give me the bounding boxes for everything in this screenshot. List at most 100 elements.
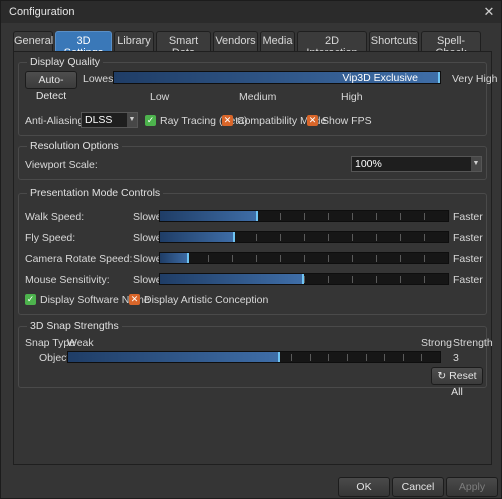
slider-tick (280, 255, 281, 262)
ray-tracing-label: Ray Tracing (Beta) (160, 115, 248, 127)
slider-tick (402, 354, 404, 361)
slider-tick (328, 234, 329, 241)
fly-speed-slider[interactable] (159, 231, 449, 243)
viewport-scale-value: 100% (355, 158, 382, 170)
slider-tick (365, 354, 367, 361)
walk-speed-slider[interactable] (159, 210, 449, 222)
slider-tick (400, 255, 401, 262)
snap-weak-label: Weak (67, 337, 94, 349)
mouse-sensitivity-label: Mouse Sensitivity: (25, 274, 110, 286)
compatibility-mode-checkbox[interactable]: ✕ (222, 115, 233, 126)
display-quality-slider[interactable]: Vip3D Exclusive (113, 71, 441, 84)
show-fps-checkbox[interactable]: ✕ (307, 115, 318, 126)
slider-tick (376, 276, 377, 283)
presentation-title: Presentation Mode Controls (27, 187, 164, 199)
anti-aliasing-label: Anti-Aliasing: (25, 115, 87, 127)
display-quality-bar-text: Vip3D Exclusive (342, 72, 418, 84)
tab-media[interactable]: Media (260, 31, 295, 51)
snap-object-fill (68, 352, 281, 362)
cancel-button[interactable]: Cancel (392, 477, 444, 497)
slider-tick (424, 255, 425, 262)
slider-tick (424, 234, 425, 241)
very-high-label: Very High (452, 73, 498, 85)
slider-tick (328, 255, 329, 262)
slider-tick (400, 276, 401, 283)
snap-strengths-title: 3D Snap Strengths (27, 320, 122, 332)
display-software-name-checkbox[interactable]: ✓ (25, 294, 36, 305)
mouse-sensitivity-slider[interactable] (159, 273, 449, 285)
slider-tick (347, 354, 348, 361)
display-artistic-conception-checkbox[interactable]: ✕ (129, 294, 140, 305)
slider-tick (400, 213, 401, 220)
walk-speed-fill (160, 211, 258, 221)
slider-tick (304, 234, 305, 241)
tab-smart-data[interactable]: Smart Data (156, 31, 211, 59)
presentation-group: Presentation Mode Controls Walk Speed: S… (18, 187, 487, 315)
refresh-icon: ↻ (437, 370, 447, 382)
camera-rotate-speed-label: Camera Rotate Speed: (25, 253, 133, 265)
slider-tick (328, 213, 329, 220)
slider-tick (280, 213, 281, 220)
chevron-down-icon: ▼ (471, 157, 481, 171)
reset-all-label: Reset All (449, 370, 477, 398)
tab-shortcuts[interactable]: Shortcuts (369, 31, 419, 51)
walk-speed-label: Walk Speed: (25, 211, 85, 223)
camera-rotate-speed-slider[interactable] (159, 252, 449, 264)
window-title: Configuration (9, 6, 75, 18)
slider-tick (352, 234, 353, 241)
slider-tick (328, 276, 329, 283)
camera-rotate-speed-faster: Faster (453, 253, 483, 265)
slider-tick (256, 255, 257, 262)
chevron-down-icon: ▼ (127, 113, 137, 127)
tab-library[interactable]: Library (114, 31, 154, 51)
walk-speed-faster: Faster (453, 211, 483, 223)
tab-spell-check[interactable]: Spell-Check (421, 31, 481, 59)
snap-object-label: Object (39, 352, 70, 364)
fly-speed-fill (160, 232, 235, 242)
slider-tick (384, 354, 386, 361)
slider-tick (232, 255, 233, 262)
display-quality-title: Display Quality (27, 56, 104, 68)
slider-tick (376, 213, 377, 220)
snap-object-slider[interactable] (67, 351, 441, 363)
slider-tick (256, 234, 257, 241)
fly-speed-faster: Faster (453, 232, 483, 244)
fly-speed-label: Fly Speed: (25, 232, 76, 244)
slider-tick (376, 234, 377, 241)
apply-button[interactable]: Apply (446, 477, 498, 497)
resolution-group: Resolution Options Viewport Scale: 100% … (18, 140, 487, 180)
slider-tick (352, 255, 353, 262)
viewport-scale-label: Viewport Scale: (25, 159, 98, 171)
display-artistic-conception-label: Display Artistic Conception (144, 294, 269, 306)
mouse-sensitivity-faster: Faster (453, 274, 483, 286)
resolution-title: Resolution Options (27, 140, 122, 152)
ok-button[interactable]: OK (338, 477, 390, 497)
viewport-scale-select[interactable]: 100% ▼ (351, 156, 482, 172)
anti-aliasing-value: DLSS (85, 114, 113, 126)
snap-strength-header: Strength (453, 337, 493, 349)
reset-all-button[interactable]: ↻ Reset All (431, 367, 483, 398)
slider-tick (328, 354, 330, 361)
title-bar: Configuration ✕ (1, 1, 501, 23)
close-icon[interactable]: ✕ (481, 4, 497, 20)
tab-general[interactable]: General (13, 31, 53, 51)
slider-tick (309, 354, 311, 361)
ray-tracing-checkbox[interactable]: ✓ (145, 115, 156, 126)
medium-mark-label: Medium (239, 91, 277, 103)
low-mark-label: Low (150, 91, 170, 103)
slider-tick (421, 354, 423, 361)
tab-vendors[interactable]: Vendors (213, 31, 258, 51)
configuration-window: Configuration ✕ General 3D Settings Libr… (0, 0, 502, 499)
tab-2d-interaction[interactable]: 2D Interaction (297, 31, 367, 59)
slider-tick (304, 213, 305, 220)
slider-tick (424, 276, 425, 283)
slider-tick (304, 276, 305, 283)
tab-3d-settings[interactable]: 3D Settings (55, 31, 112, 59)
settings-panel: Display Quality Auto-Detect Lowest Vip3D… (13, 51, 498, 465)
slider-tick (376, 255, 377, 262)
anti-aliasing-select[interactable]: DLSS ▼ (81, 112, 138, 128)
slider-tick (352, 213, 353, 220)
slider-tick (424, 213, 425, 220)
auto-detect-button[interactable]: Auto-Detect (25, 71, 77, 102)
snap-strengths-group: 3D Snap Strengths Snap Type Weak Strong … (18, 320, 493, 398)
